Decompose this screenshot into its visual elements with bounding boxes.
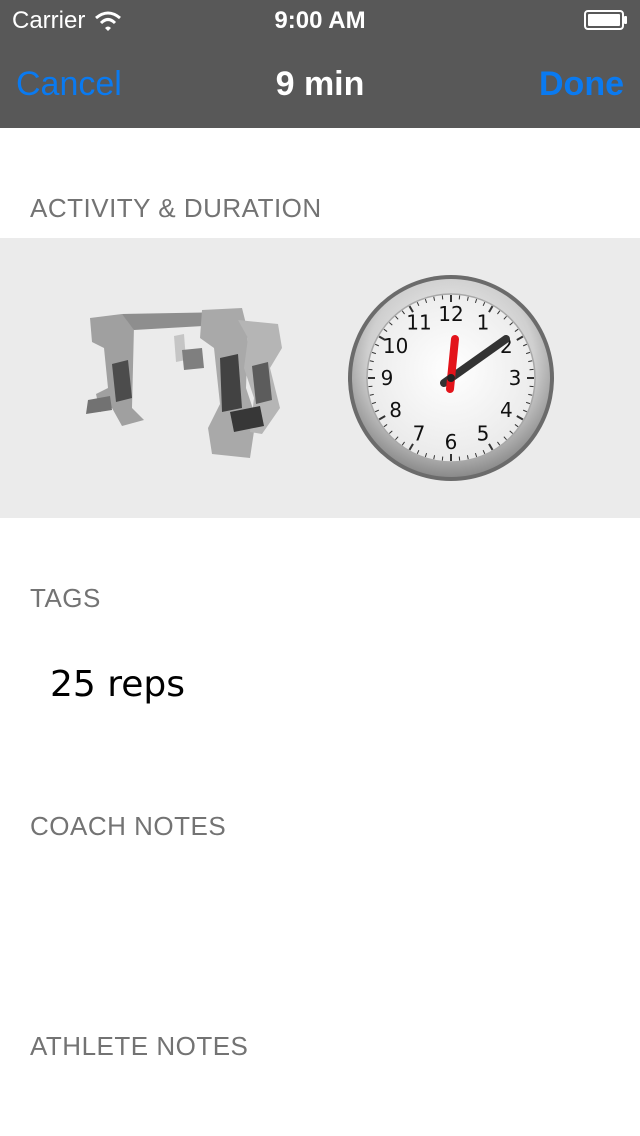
clock-numeral: 10 [383,334,408,358]
clock-numeral: 8 [389,398,402,422]
tag-value[interactable]: 25 reps [50,664,185,705]
clock-numeral: 1 [477,311,490,335]
clock-numeral: 12 [438,302,463,326]
done-button[interactable]: Done [539,62,624,106]
clock-icon[interactable]: 12 1234567891011 [346,273,556,483]
tags-header: TAGS [30,583,101,613]
clock-numeral: 5 [477,421,490,445]
clock-numeral: 6 [445,430,458,454]
clock-numeral: 3 [509,366,522,390]
clock-numeral: 11 [406,311,431,335]
clock-numeral: 7 [413,421,426,445]
clock-numeral: 4 [500,398,513,422]
athlete-notes-field[interactable] [30,1070,610,1130]
coach-notes-field[interactable] [30,850,610,1010]
athlete-notes-header: ATHLETE NOTES [30,1031,249,1061]
navigation-bar: Carrier 9:00 AM Cancel 9 min Done [0,0,640,128]
coach-notes-header: COACH NOTES [30,811,227,841]
battery-icon [584,10,627,30]
activity-duration-header: ACTIVITY & DURATION [30,193,322,223]
status-time: 9:00 AM [274,7,366,34]
clock-numeral: 9 [381,366,394,390]
exercise-machine-icon[interactable] [82,308,292,468]
